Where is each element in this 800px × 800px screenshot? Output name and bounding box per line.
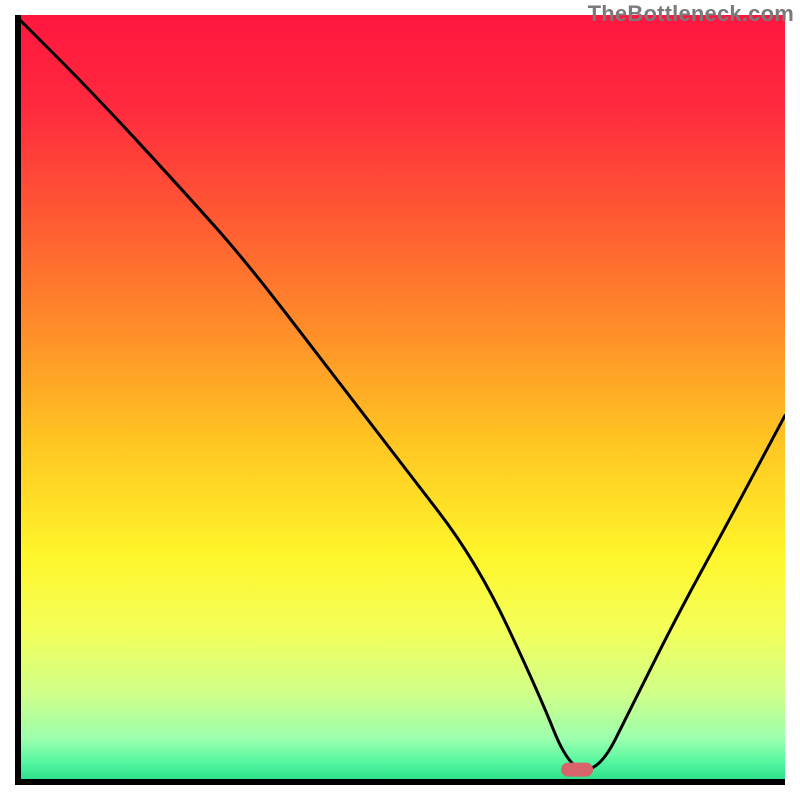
gradient-background <box>15 15 785 785</box>
y-axis <box>15 15 21 785</box>
attribution-label: TheBottleneck.com <box>588 1 794 27</box>
chart-svg <box>15 15 785 785</box>
x-axis <box>15 779 785 785</box>
chart-frame: TheBottleneck.com <box>0 0 800 800</box>
plot-area <box>15 15 785 785</box>
minimum-marker <box>561 763 593 777</box>
